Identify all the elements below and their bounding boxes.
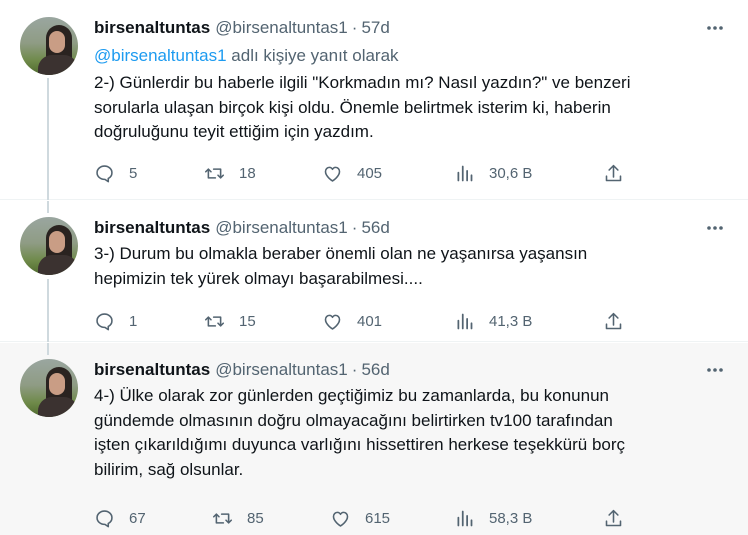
tweet-actions: 67 85 615 58,3 B	[94, 506, 634, 530]
tweet-text: 3-) Durum bu olmakla beraber önemli olan…	[94, 242, 694, 291]
like-count: 615	[365, 509, 391, 527]
author-name[interactable]: birsenaltuntas	[94, 218, 210, 238]
upload-arrow-icon	[605, 509, 622, 526]
retweet-arrows-icon	[212, 512, 233, 524]
thread-line	[47, 201, 49, 213]
speech-bubble-icon	[96, 312, 113, 330]
author-handle[interactable]: @birsenaltuntas1	[215, 18, 348, 38]
tweet-text-line: işten çıkarıldığımı duyunca varlığını hi…	[94, 435, 626, 454]
three-dots-icon	[707, 26, 723, 30]
share-button[interactable]	[603, 309, 624, 333]
bar-chart-icon	[457, 510, 473, 526]
retweet-count: 85	[247, 509, 264, 527]
tweet-text-line: hepimizin tek yürek olmayı başarabilmesi…	[94, 268, 423, 288]
avatar[interactable]	[20, 217, 78, 275]
retweet-button[interactable]: 85	[212, 506, 264, 530]
separator-dot: ·	[351, 18, 358, 37]
tweet-text-line: gündemde olmasının doğru olmayacağını be…	[94, 410, 613, 430]
tweet-header: birsenaltuntas @birsenaltuntas1 · 57d	[94, 17, 390, 39]
views-button[interactable]: 58,3 B	[454, 506, 532, 530]
reply-mention-link[interactable]: @birsenaltuntas1	[94, 46, 227, 65]
retweet-count: 18	[239, 164, 256, 182]
author-handle[interactable]: @birsenaltuntas1	[215, 360, 348, 380]
tweet-time[interactable]: 56d	[361, 360, 389, 380]
bar-chart-icon	[457, 313, 473, 329]
views-button[interactable]: 41,3 B	[454, 309, 532, 333]
reply-context: @birsenaltuntas1 adlı kişiye yanıt olara…	[94, 46, 399, 66]
tweet-text-line: sorularla ulaşan birçok kişi oldu. Öneml…	[94, 97, 611, 117]
heart-icon	[332, 511, 349, 527]
like-button[interactable]: 615	[330, 506, 390, 530]
share-button[interactable]	[603, 161, 624, 185]
like-button[interactable]: 405	[322, 161, 382, 185]
retweet-count: 15	[239, 312, 256, 330]
three-dots-icon	[707, 226, 723, 230]
tweet-text-line: 3-) Durum bu olmakla beraber önemli olan…	[94, 244, 588, 263]
author-name[interactable]: birsenaltuntas	[94, 18, 210, 38]
tweet-header: birsenaltuntas @birsenaltuntas1 · 56d	[94, 217, 390, 239]
thread-line	[47, 279, 49, 342]
reply-button[interactable]: 67	[94, 506, 146, 530]
retweet-arrows-icon	[204, 315, 225, 327]
tweet-text-line: doğruluğunu teyit ettiğim için yazdım.	[94, 122, 374, 141]
heart-icon	[324, 166, 341, 182]
retweet-arrows-icon	[204, 167, 225, 179]
reply-count: 5	[129, 164, 138, 182]
tweet-text: 2-) Günlerdir bu haberle ilgili "Korkmad…	[94, 71, 694, 145]
tweet-text-line: 2-) Günlerdir bu haberle ilgili "Korkmad…	[94, 73, 631, 92]
reply-count: 67	[129, 509, 146, 527]
tweet-3[interactable]: birsenaltuntas @birsenaltuntas1 · 56d 4-…	[0, 343, 748, 535]
avatar[interactable]	[20, 359, 78, 417]
like-count: 401	[357, 312, 383, 330]
views-count: 41,3 B	[489, 312, 533, 330]
more-options-button[interactable]	[704, 217, 726, 239]
like-count: 405	[357, 164, 383, 182]
reply-button[interactable]: 5	[94, 161, 137, 185]
author-handle[interactable]: @birsenaltuntas1	[215, 218, 348, 238]
separator-dot: ·	[351, 218, 358, 237]
bar-chart-icon	[457, 165, 473, 181]
thread-line	[47, 343, 49, 355]
retweet-button[interactable]: 15	[204, 309, 256, 333]
share-button[interactable]	[603, 506, 624, 530]
like-button[interactable]: 401	[322, 309, 382, 333]
reply-count: 1	[129, 312, 138, 330]
avatar[interactable]	[20, 17, 78, 75]
tweet-text: 4-) Ülke olarak zor günlerden geçtiğimiz…	[94, 384, 694, 482]
separator-dot: ·	[351, 360, 358, 379]
three-dots-icon	[707, 368, 723, 372]
more-options-button[interactable]	[704, 359, 726, 381]
views-count: 30,6 B	[489, 164, 533, 182]
tweet-time[interactable]: 56d	[361, 218, 389, 238]
retweet-button[interactable]: 18	[204, 161, 256, 185]
upload-arrow-icon	[605, 312, 622, 329]
heart-icon	[324, 314, 341, 330]
speech-bubble-icon	[96, 164, 113, 182]
author-name[interactable]: birsenaltuntas	[94, 360, 210, 380]
tweet-1[interactable]: birsenaltuntas @birsenaltuntas1 · 57d @b…	[0, 0, 748, 200]
tweet-time[interactable]: 57d	[361, 18, 389, 38]
tweet-text-line: 4-) Ülke olarak zor günlerden geçtiğimiz…	[94, 386, 610, 405]
views-button[interactable]: 30,6 B	[454, 161, 532, 185]
tweet-2[interactable]: birsenaltuntas @birsenaltuntas1 · 56d 3-…	[0, 201, 748, 342]
reply-context-text: adlı kişiye yanıt olarak	[231, 46, 399, 65]
more-options-button[interactable]	[704, 17, 726, 39]
tweet-actions: 1 15 401 41,3 B	[94, 309, 634, 333]
upload-arrow-icon	[605, 164, 622, 181]
reply-button[interactable]: 1	[94, 309, 137, 333]
thread-line	[47, 78, 49, 200]
tweet-header: birsenaltuntas @birsenaltuntas1 · 56d	[94, 359, 390, 381]
views-count: 58,3 B	[489, 509, 533, 527]
tweet-text-line: bilirim, sağ olsunlar.	[94, 459, 244, 479]
speech-bubble-icon	[96, 509, 113, 527]
tweet-actions: 5 18 405 30,6 B	[94, 161, 634, 185]
